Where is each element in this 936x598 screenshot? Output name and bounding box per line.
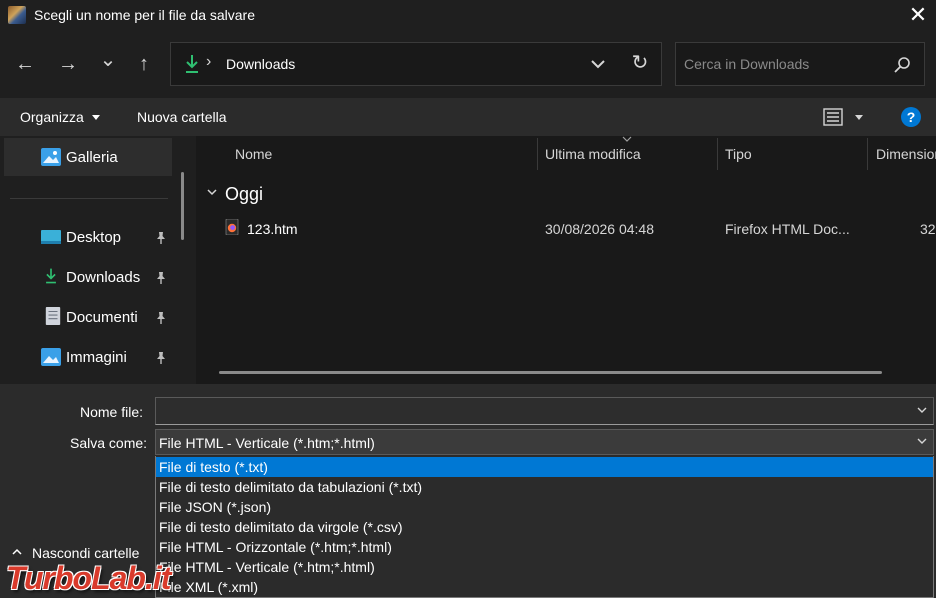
gallery-icon — [41, 148, 61, 166]
chevron-down-icon[interactable] — [916, 437, 928, 445]
filename-label: Nome file: — [80, 404, 144, 420]
chevron-up-icon[interactable] — [12, 548, 22, 556]
horizontal-scrollbar[interactable] — [219, 371, 882, 374]
column-header-name[interactable]: Nome — [235, 146, 272, 162]
file-list — [196, 136, 936, 384]
option-tsv[interactable]: File di testo delimitato da tabulazioni … — [156, 477, 933, 497]
sidebar-item-downloads[interactable]: Downloads — [66, 269, 140, 286]
option-json[interactable]: File JSON (*.json) — [156, 497, 933, 517]
option-html-horizontal[interactable]: File HTML - Orizzontale (*.htm;*.html) — [156, 537, 933, 557]
pin-icon[interactable] — [154, 351, 168, 365]
firefox-html-file-icon — [225, 219, 239, 235]
option-txt[interactable]: File di testo (*.txt) — [156, 457, 933, 477]
sidebar-item-desktop[interactable]: Desktop — [66, 229, 121, 246]
caret-down-icon[interactable] — [92, 115, 100, 120]
group-header-today[interactable]: Oggi — [225, 184, 263, 205]
forward-button[interactable]: → — [54, 50, 82, 78]
document-icon — [45, 307, 61, 325]
up-button[interactable]: ↑ — [130, 50, 158, 78]
file-row-name[interactable]: 123.htm — [247, 221, 298, 237]
pin-icon[interactable] — [154, 231, 168, 245]
column-divider[interactable] — [537, 138, 538, 170]
back-button[interactable]: ← — [11, 50, 39, 78]
close-button[interactable]: ✕ — [904, 2, 932, 30]
breadcrumb-downloads[interactable]: Downloads — [226, 56, 295, 72]
sidebar-scrollbar[interactable] — [181, 172, 184, 240]
refresh-button[interactable]: ↻ — [628, 51, 652, 75]
pin-icon[interactable] — [154, 271, 168, 285]
recent-locations-button[interactable]: ⌄ — [94, 46, 122, 74]
window-title: Scegli un nome per il file da salvare — [34, 7, 256, 23]
chevron-down-icon[interactable] — [588, 54, 608, 74]
view-options-caret-icon[interactable] — [855, 115, 863, 120]
breadcrumb-separator: › — [206, 53, 212, 70]
column-divider[interactable] — [717, 138, 718, 170]
details-view-icon[interactable] — [823, 108, 843, 126]
hide-folders-button[interactable]: Nascondi cartelle — [32, 545, 139, 561]
sidebar-item-documenti[interactable]: Documenti — [66, 309, 138, 326]
sort-indicator-icon — [622, 136, 632, 142]
app-icon — [8, 6, 26, 24]
pin-icon[interactable] — [154, 311, 168, 325]
download-icon — [46, 268, 56, 284]
file-row-size: 32 — [920, 221, 936, 237]
column-header-modified[interactable]: Ultima modifica — [545, 146, 641, 162]
new-folder-button[interactable]: Nuova cartella — [137, 109, 227, 125]
sidebar-item-label: Galleria — [66, 149, 118, 166]
group-collapse-chevron-icon[interactable] — [206, 188, 218, 198]
sidebar-divider — [10, 198, 168, 199]
desktop-icon — [41, 230, 61, 244]
search-input[interactable] — [684, 56, 884, 72]
sidebar-item-immagini[interactable]: Immagini — [66, 349, 127, 366]
option-html-vertical[interactable]: File HTML - Verticale (*.htm;*.html) — [156, 557, 933, 577]
filename-input[interactable] — [155, 397, 934, 425]
download-icon — [186, 55, 198, 73]
search-icon[interactable] — [893, 56, 911, 74]
chevron-down-icon[interactable] — [916, 406, 928, 414]
watermark-logo: TurboLab.it — [6, 560, 171, 596]
file-row-type: Firefox HTML Doc... — [725, 221, 850, 237]
organize-menu-button[interactable]: Organizza — [20, 109, 84, 125]
file-row-modified: 30/08/2026 04:48 — [545, 221, 654, 237]
option-xml[interactable]: File XML (*.xml) — [156, 577, 933, 597]
help-icon[interactable]: ? — [901, 107, 921, 127]
column-divider[interactable] — [867, 138, 868, 170]
save-as-type-value[interactable]: File HTML - Verticale (*.htm;*.html) — [159, 435, 375, 451]
column-header-size[interactable]: Dimensione — [876, 146, 936, 162]
option-csv[interactable]: File di testo delimitato da virgole (*.c… — [156, 517, 933, 537]
images-icon — [41, 348, 61, 366]
column-header-type[interactable]: Tipo — [725, 146, 752, 162]
save-as-type-label: Salva come: — [70, 435, 148, 451]
